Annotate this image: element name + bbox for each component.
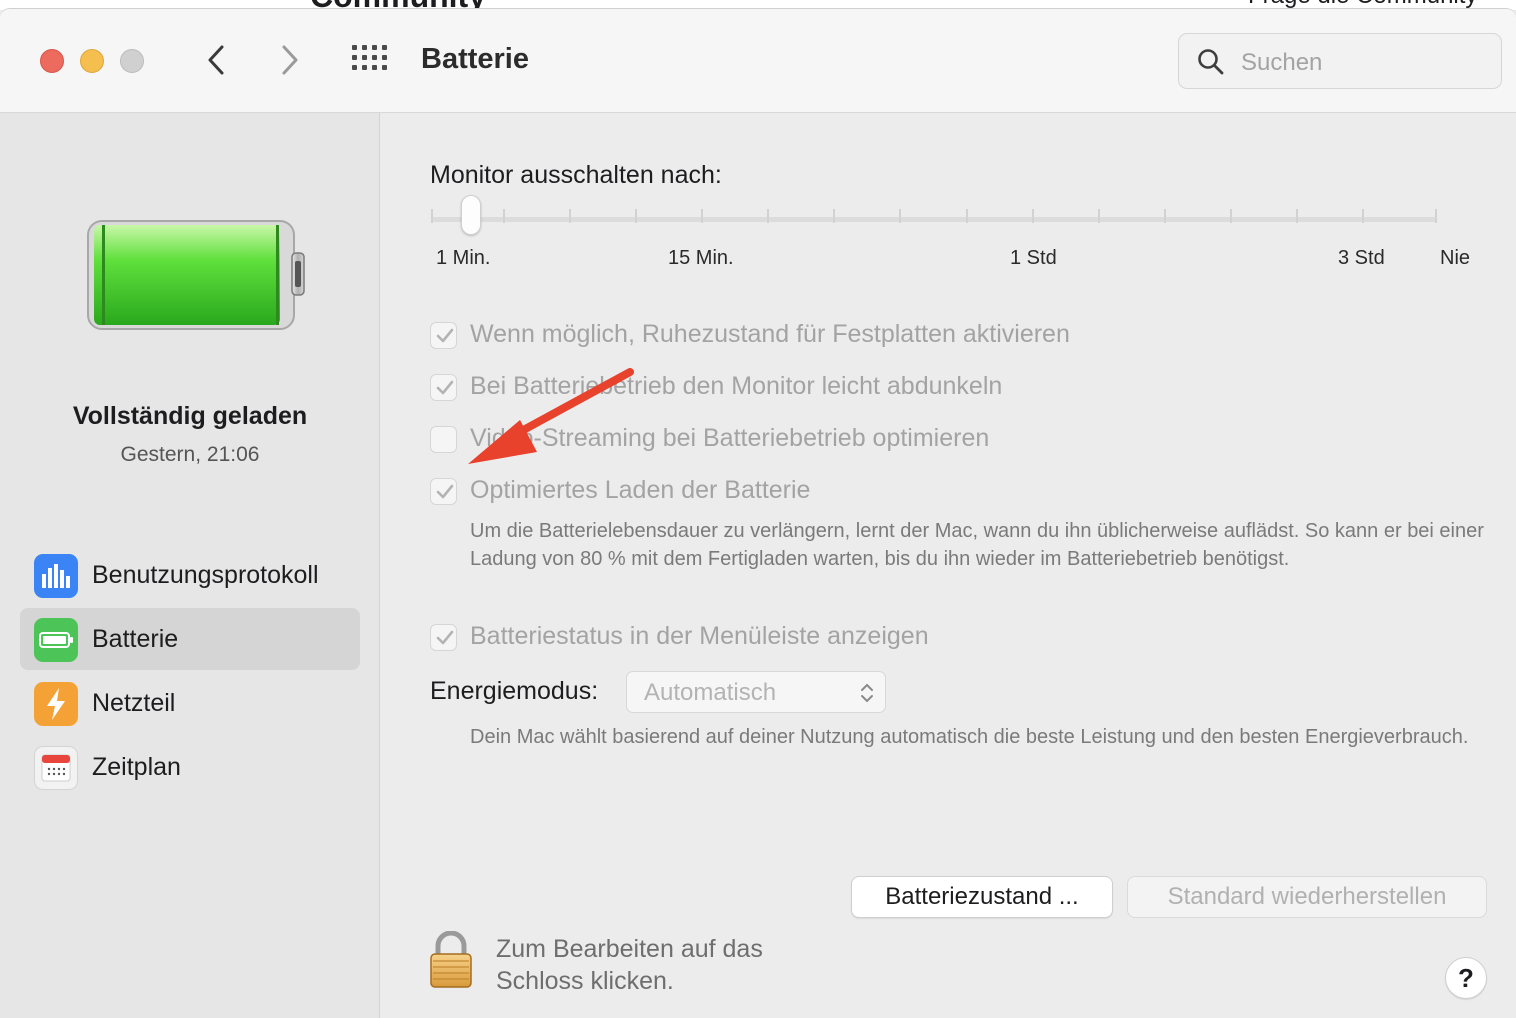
lock-icon[interactable]	[428, 931, 474, 989]
slider-tick	[966, 209, 968, 223]
option-label: Batteriestatus in der Menüleiste anzeige…	[470, 622, 929, 650]
slider-tick	[833, 209, 835, 223]
chevron-left-icon	[208, 45, 224, 75]
slider-tick	[1362, 209, 1364, 223]
slider-label-3h: 3 Std	[1338, 247, 1385, 269]
search-icon	[1198, 49, 1224, 75]
forward-button[interactable]	[272, 42, 308, 78]
slider-tick	[1296, 209, 1298, 223]
energy-mode-select[interactable]: Automatisch	[626, 671, 886, 713]
sidebar-item-schedule[interactable]: Zeitplan	[20, 736, 360, 798]
checkbox[interactable]	[430, 478, 457, 505]
zoom-button[interactable]	[120, 49, 144, 73]
restore-defaults-button[interactable]: Standard wiederherstellen	[1127, 876, 1487, 918]
slider-label-never: Nie	[1440, 247, 1471, 269]
slider-tick	[1164, 209, 1166, 223]
sidebar-item-label: Batterie	[92, 625, 179, 653]
minimize-button[interactable]	[80, 49, 104, 73]
sidebar-item-power-adapter[interactable]: Netzteil	[20, 672, 360, 734]
slider-tick	[1435, 209, 1437, 223]
lightning-icon	[34, 682, 78, 726]
preferences-window: Batterie Suchen Vollständig geladen Gest…	[0, 8, 1516, 1018]
bar-chart-icon	[34, 554, 78, 598]
search-placeholder: Suchen	[1241, 49, 1323, 76]
slider-tick	[569, 209, 571, 223]
option-label: Wenn möglich, Ruhezustand für Festplatte…	[470, 320, 1070, 348]
slider-tick	[1032, 209, 1034, 223]
slider-label-1h: 1 Std	[1010, 247, 1057, 269]
sidebar-item-label: Benutzungsprotokoll	[92, 561, 319, 589]
sidebar-item-battery[interactable]: Batterie	[20, 608, 360, 670]
updown-chevron-icon	[861, 683, 873, 703]
show-all-grid-icon[interactable]	[352, 45, 390, 75]
slider-tick	[701, 209, 703, 223]
battery-icon	[34, 618, 78, 662]
back-button[interactable]	[198, 42, 234, 78]
search-field[interactable]: Suchen	[1178, 33, 1502, 89]
sidebar-item-label: Netzteil	[92, 689, 176, 717]
checkbox[interactable]	[430, 624, 457, 651]
sidebar: Vollständig geladen Gestern, 21:06 Benut…	[0, 113, 380, 1018]
energy-mode-value: Automatisch	[644, 679, 777, 706]
help-button[interactable]: ?	[1445, 957, 1487, 999]
slider-tick	[899, 209, 901, 223]
calendar-icon	[34, 746, 78, 790]
monitor-off-label: Monitor ausschalten nach:	[430, 161, 722, 189]
slider-tick	[767, 209, 769, 223]
checkbox[interactable]	[430, 374, 457, 401]
sidebar-item-label: Zeitplan	[92, 753, 181, 781]
checkmark-icon	[436, 328, 454, 343]
option-label: Bei Batteriebetrieb den Monitor leicht a…	[470, 372, 1003, 400]
slider-label-15min: 15 Min.	[668, 247, 734, 269]
monitor-off-slider-track[interactable]	[431, 217, 1437, 222]
battery-full-icon	[87, 220, 305, 330]
option-label: Video-Streaming bei Batteriebetrieb opti…	[470, 424, 990, 452]
lock-hint[interactable]: Zum Bearbeiten auf das Schloss klicken.	[496, 933, 816, 997]
energy-mode-description: Dein Mac wählt basierend auf deiner Nutz…	[470, 726, 1469, 748]
slider-tick	[503, 209, 505, 223]
checkbox[interactable]	[430, 426, 457, 453]
slider-tick	[1230, 209, 1232, 223]
slider-label-1min: 1 Min.	[436, 247, 491, 269]
chevron-right-icon	[282, 45, 298, 75]
toolbar: Batterie Suchen	[0, 9, 1516, 113]
checkmark-icon	[436, 630, 454, 645]
energy-mode-label: Energiemodus:	[430, 677, 599, 705]
sidebar-item-usage-history[interactable]: Benutzungsprotokoll	[20, 544, 360, 606]
checkmark-icon	[436, 484, 454, 499]
charge-timestamp: Gestern, 21:06	[120, 443, 260, 466]
option-label: Optimiertes Laden der Batterie	[470, 476, 811, 504]
battery-settings-pane: Monitor ausschalten nach: 1 Min. 15 Min.…	[381, 113, 1516, 1018]
slider-tick	[635, 209, 637, 223]
optimized-charging-description: Um die Batterielebensdauer zu verlängern…	[470, 520, 1484, 570]
close-button[interactable]	[40, 49, 64, 73]
charge-status: Vollständig geladen	[72, 402, 308, 430]
window-title: Batterie	[421, 43, 529, 75]
slider-tick	[431, 209, 433, 223]
battery-health-button[interactable]: Batteriezustand ...	[851, 876, 1113, 918]
checkmark-icon	[436, 380, 454, 395]
checkbox[interactable]	[430, 322, 457, 349]
slider-tick	[1098, 209, 1100, 223]
monitor-off-slider-thumb[interactable]	[461, 195, 481, 235]
